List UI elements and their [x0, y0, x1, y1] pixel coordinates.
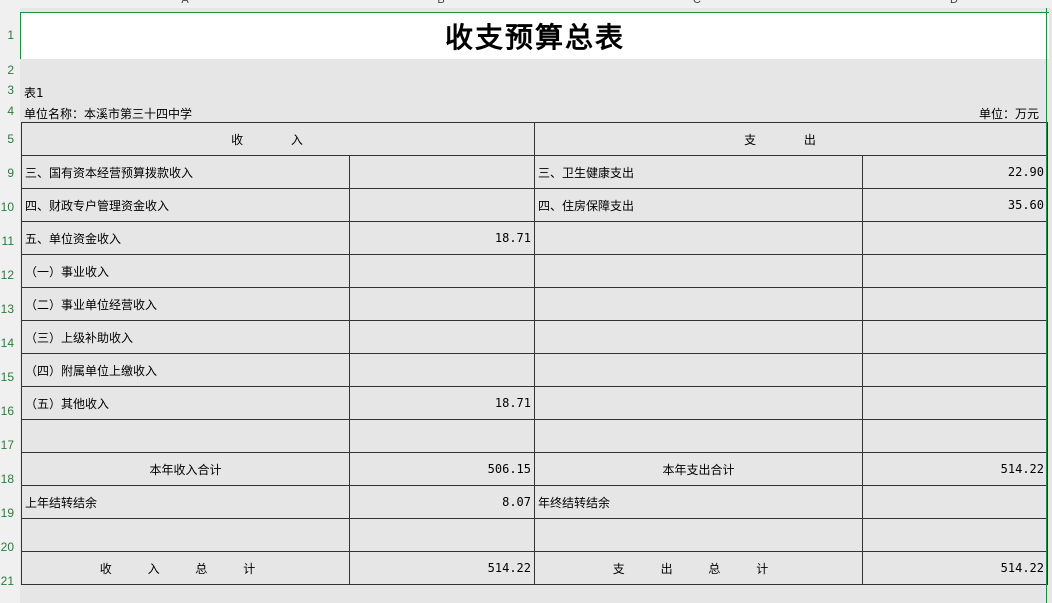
expense-item[interactable]: [534, 386, 863, 420]
empty-cell[interactable]: [534, 518, 863, 552]
column-header-a[interactable]: A: [175, 0, 195, 6]
expense-item[interactable]: [534, 254, 863, 288]
row-number[interactable]: 15: [0, 370, 14, 384]
year-income-total-label[interactable]: 本年收入合计: [21, 452, 350, 486]
column-header-c[interactable]: C: [687, 0, 707, 6]
prior-carry-label[interactable]: 上年结转结余: [21, 485, 350, 519]
grand-expense-total-label[interactable]: 支 出 总 计: [534, 551, 863, 585]
income-amount[interactable]: [349, 320, 535, 354]
prior-carry-value[interactable]: 8.07: [349, 485, 535, 519]
income-item[interactable]: （一）事业收入: [21, 254, 350, 288]
expense-item[interactable]: [534, 320, 863, 354]
table-row: （一）事业收入: [21, 254, 1048, 288]
row-number[interactable]: 5: [0, 132, 14, 146]
table-header-row: 收 入 支 出: [21, 122, 1048, 156]
table-row: （三）上级补助收入: [21, 320, 1048, 354]
income-item[interactable]: （三）上级补助收入: [21, 320, 350, 354]
row-number[interactable]: 13: [0, 302, 14, 316]
row-number[interactable]: 1: [0, 28, 14, 42]
row-number[interactable]: 2: [0, 63, 14, 77]
table-row: （二）事业单位经营收入: [21, 287, 1048, 321]
row-number[interactable]: 17: [0, 438, 14, 452]
row-number[interactable]: 9: [0, 166, 14, 180]
expense-amount[interactable]: [862, 221, 1048, 255]
column-header-bar: A B C D: [0, 0, 1052, 8]
income-amount[interactable]: [349, 188, 535, 222]
grand-income-total-value[interactable]: 514.22: [349, 551, 535, 585]
row-number[interactable]: 4: [0, 104, 14, 118]
row-number[interactable]: 19: [0, 506, 14, 520]
year-total-row: 本年收入合计 506.15 本年支出合计 514.22: [21, 452, 1048, 486]
table-row: 三、国有资本经营预算拨款收入 三、卫生健康支出 22.90: [21, 155, 1048, 189]
expense-item[interactable]: [534, 287, 863, 321]
table-row: 四、财政专户管理资金收入 四、住房保障支出 35.60: [21, 188, 1048, 222]
income-amount[interactable]: [349, 155, 535, 189]
income-item[interactable]: [21, 419, 350, 453]
year-expense-total-value[interactable]: 514.22: [862, 452, 1048, 486]
expense-amount[interactable]: [862, 287, 1048, 321]
expense-amount[interactable]: [862, 353, 1048, 387]
grand-total-row: 收 入 总 计 514.22 支 出 总 计 514.22: [21, 551, 1048, 585]
expense-header[interactable]: 支 出: [534, 122, 1048, 156]
income-item[interactable]: （四）附属单位上缴收入: [21, 353, 350, 387]
table-row: [21, 518, 1048, 552]
income-header[interactable]: 收 入: [21, 122, 535, 156]
carry-over-row: 上年结转结余 8.07 年终结转结余: [21, 485, 1048, 519]
expense-amount[interactable]: 22.90: [862, 155, 1048, 189]
income-amount[interactable]: [349, 254, 535, 288]
income-amount[interactable]: [349, 287, 535, 321]
row-number[interactable]: 18: [0, 472, 14, 486]
row-number[interactable]: 21: [0, 574, 14, 588]
expense-item[interactable]: [534, 353, 863, 387]
unit-label[interactable]: 单位：万元: [979, 105, 1039, 122]
row-number[interactable]: 12: [0, 268, 14, 282]
row-number[interactable]: 10: [0, 200, 14, 214]
year-expense-total-label[interactable]: 本年支出合计: [534, 452, 863, 486]
empty-cell[interactable]: [349, 518, 535, 552]
row-number[interactable]: 3: [0, 83, 14, 97]
table-row: [21, 419, 1048, 453]
income-amount[interactable]: 18.71: [349, 221, 535, 255]
expense-item[interactable]: 三、卫生健康支出: [534, 155, 863, 189]
expense-amount[interactable]: [862, 386, 1048, 420]
empty-cell[interactable]: [862, 518, 1048, 552]
year-end-carry-label[interactable]: 年终结转结余: [534, 485, 863, 519]
budget-table: 收 入 支 出 三、国有资本经营预算拨款收入 三、卫生健康支出 22.90 四、…: [21, 122, 1048, 585]
income-amount[interactable]: 18.71: [349, 386, 535, 420]
income-item[interactable]: 三、国有资本经营预算拨款收入: [21, 155, 350, 189]
income-amount[interactable]: [349, 353, 535, 387]
income-item[interactable]: （二）事业单位经营收入: [21, 287, 350, 321]
income-item[interactable]: 四、财政专户管理资金收入: [21, 188, 350, 222]
row-header-bar: 1 2 3 4 5 9 10 11 12 13 14 15 16 17 18 1…: [0, 8, 20, 603]
table-number[interactable]: 表1: [24, 84, 44, 101]
expense-item[interactable]: [534, 221, 863, 255]
income-amount[interactable]: [349, 419, 535, 453]
row-number[interactable]: 14: [0, 336, 14, 350]
row-number[interactable]: 11: [0, 234, 14, 248]
year-income-total-value[interactable]: 506.15: [349, 452, 535, 486]
table-row: （五）其他收入 18.71: [21, 386, 1048, 420]
page-title: 收支预算总表: [444, 21, 625, 54]
expense-item[interactable]: 四、住房保障支出: [534, 188, 863, 222]
column-header-d[interactable]: D: [944, 0, 964, 6]
income-item[interactable]: 五、单位资金收入: [21, 221, 350, 255]
grand-expense-total-value[interactable]: 514.22: [862, 551, 1048, 585]
year-end-carry-value[interactable]: [862, 485, 1048, 519]
expense-amount[interactable]: 35.60: [862, 188, 1048, 222]
grand-income-total-label[interactable]: 收 入 总 计: [21, 551, 350, 585]
column-header-b[interactable]: B: [431, 0, 451, 6]
expense-item[interactable]: [534, 419, 863, 453]
title-cell[interactable]: 收支预算总表: [20, 12, 1049, 59]
empty-cell[interactable]: [21, 518, 350, 552]
expense-amount[interactable]: [862, 419, 1048, 453]
income-item[interactable]: （五）其他收入: [21, 386, 350, 420]
table-row: （四）附属单位上缴收入: [21, 353, 1048, 387]
row-number[interactable]: 16: [0, 404, 14, 418]
expense-amount[interactable]: [862, 254, 1048, 288]
table-row: 五、单位资金收入 18.71: [21, 221, 1048, 255]
row-number[interactable]: 20: [0, 540, 14, 554]
unit-name[interactable]: 单位名称：本溪市第三十四中学: [24, 105, 192, 122]
expense-amount[interactable]: [862, 320, 1048, 354]
selection-border: [1046, 8, 1047, 603]
